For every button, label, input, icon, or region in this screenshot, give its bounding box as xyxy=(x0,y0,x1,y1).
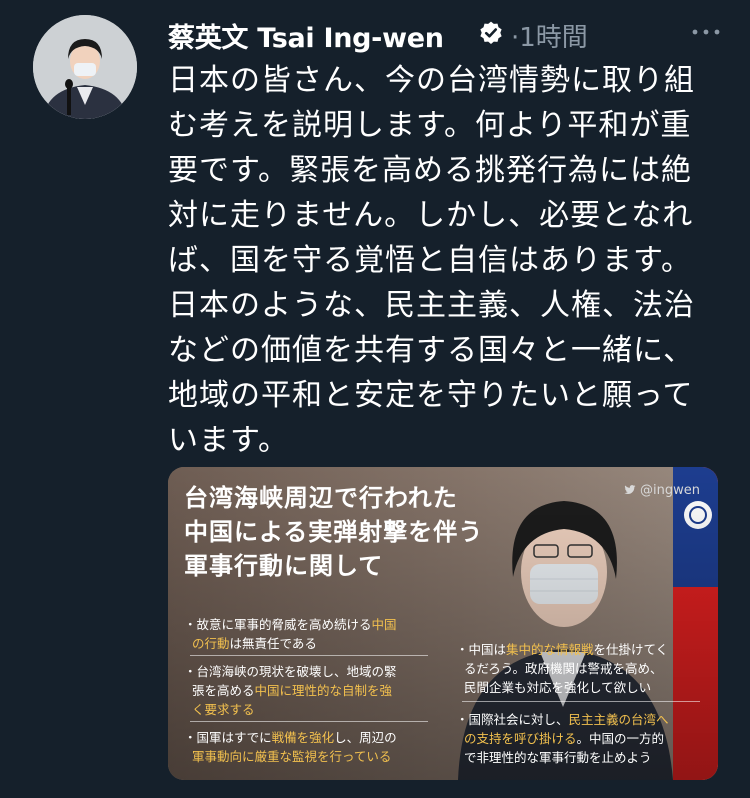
more-dots-icon[interactable] xyxy=(689,22,723,42)
card-handle: @ingwen xyxy=(624,483,700,498)
tweet-text-line: 日本の皆さん、今の台湾情勢に取り組 xyxy=(168,63,695,98)
card-bullet: ・国際社会に対し、民主主義の台湾へ の支持を呼び掛ける。中国の一方的 で非理性的… xyxy=(456,712,669,765)
author-avatar[interactable] xyxy=(33,15,137,119)
card-title: 台湾海峡周辺で行われた 中国による実弾射撃を伴う 軍事行動に関して xyxy=(184,481,524,583)
tweet-media-card[interactable]: 台湾海峡周辺で行われた 中国による実弾射撃を伴う 軍事行動に関して @ingwe… xyxy=(168,467,718,780)
card-bullet: ・故意に軍事的脅威を高め続ける中国 の行動は無責任である xyxy=(184,617,397,651)
tweet-text-line: います。 xyxy=(168,423,289,458)
twitter-bird-icon xyxy=(624,485,636,494)
card-title-line: 軍事行動に関して xyxy=(184,551,384,580)
tweet-text-line: 日本のような、民主主義、人権、法治 xyxy=(168,288,695,323)
tweet-timestamp[interactable]: ·1時間 xyxy=(511,17,588,54)
tweet-text-line: などの価値を共有する国々と一緒に、 xyxy=(168,333,695,368)
bullet-divider xyxy=(190,655,428,656)
verified-badge-icon xyxy=(480,21,502,44)
tweet-text-line: ば、国を守る覚悟と自信はあります。 xyxy=(168,243,692,278)
card-title-line: 台湾海峡周辺で行われた xyxy=(184,483,458,512)
author-name[interactable]: 蔡英文 Tsai Ing-wen xyxy=(168,16,444,55)
tweet-text-line: 要です。緊張を高める挑発行為には絶 xyxy=(168,153,692,188)
bullet-divider xyxy=(190,721,428,722)
tweet-text-line: 対に走りません。しかし、必要となれ xyxy=(168,198,694,233)
card-handle-text: @ingwen xyxy=(640,483,700,498)
tweet-text-line: 地域の平和と安定を守りたいと願って xyxy=(168,378,694,413)
card-title-line: 中国による実弾射撃を伴う xyxy=(184,517,484,546)
tweet-text-line: む考えを説明します。何より平和が重 xyxy=(168,108,692,143)
card-bullet: ・台湾海峡の現状を破壊し、地域の緊 張を高める中国に理性的な自制を強 く要求する xyxy=(184,664,397,717)
tweet-header: 蔡英文 Tsai Ing-wen ·1時間 xyxy=(168,16,728,55)
card-bullet: ・中国は集中的な情報戦を仕掛けてく るだろう。政府機関は警戒を高め、 民間企業も… xyxy=(456,642,669,695)
card-bullet: ・国軍はすでに戦備を強化し、周辺の 軍事動向に厳重な監視を行っている xyxy=(184,730,397,764)
bullet-divider xyxy=(462,701,700,702)
tweet-text: 日本の皆さん、今の台湾情勢に取り組 む考えを説明します。何より平和が重 要です。… xyxy=(168,58,728,463)
avatar-photo xyxy=(33,15,137,119)
